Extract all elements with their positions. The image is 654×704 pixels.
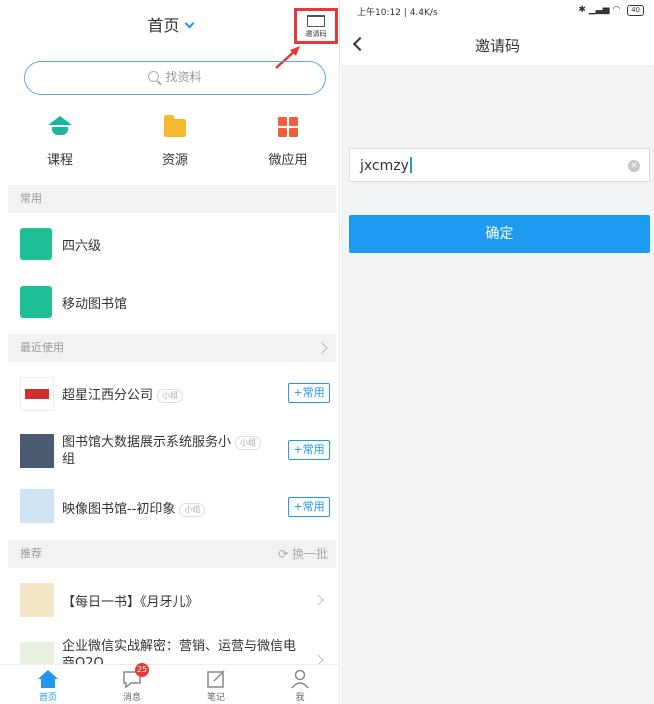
section-recent-title: 最近使用 [20, 341, 64, 354]
tab-messages[interactable]: 25 消息 [102, 663, 162, 703]
page-title: 邀请码 [474, 37, 520, 55]
section-recommend-title: 推荐 [20, 547, 42, 560]
text-cursor [409, 157, 412, 173]
home-header: 首页 邀请码 [0, 0, 339, 69]
folder-icon [163, 115, 187, 139]
recommend-item[interactable]: 【每日一书】《月牙儿》 [8, 572, 336, 628]
quick-apps[interactable]: 微应用 [248, 115, 328, 168]
group-tag: 小组 [235, 435, 262, 450]
invite-code-label: 邀请码 [305, 30, 327, 38]
recent-item[interactable]: 超星江西分公司 小组 +常用 [8, 365, 336, 421]
group-avatar [20, 434, 54, 468]
chevron-down-icon [184, 18, 194, 29]
book-cover [20, 583, 54, 617]
scan-icon [307, 15, 325, 27]
clear-icon[interactable]: ✕ [628, 160, 640, 172]
common-item-label: 移动图书馆 [62, 297, 128, 312]
confirm-button[interactable]: 确定 [349, 215, 650, 253]
invite-code-button[interactable]: 邀请码 [294, 8, 338, 44]
quick-course-label: 课程 [46, 153, 73, 168]
search-input[interactable]: 找资料 [24, 61, 326, 95]
status-icons: ✱ ▁▃▅ ◠ 40 [578, 5, 644, 16]
note-icon [205, 669, 227, 689]
refresh-button[interactable]: ⟳ 换一批 [278, 540, 328, 568]
chevron-right-icon [316, 342, 328, 354]
apps-grid-icon [276, 115, 300, 139]
recent-item-title: 映像图书馆--初印象 小组 [62, 498, 206, 517]
recent-item-title: 图书馆大数据展示系统服务小 小组组 [62, 434, 262, 468]
unread-badge: 25 [135, 663, 149, 677]
nav-bar: 邀请码 [341, 22, 654, 66]
cet-app-icon [20, 228, 52, 260]
quick-resource-label: 资源 [161, 153, 188, 168]
tab-notes-label: 笔记 [206, 693, 225, 703]
invite-code-input[interactable]: jxcmzy ✕ [349, 148, 650, 182]
tab-me[interactable]: 我 [270, 669, 330, 703]
common-item-cet[interactable]: 四六级 [8, 216, 336, 272]
invite-code-screen: 上午10:12 | 4.4K/s ✱ ▁▃▅ ◠ 40 邀请码 jxcmzy ✕… [341, 0, 654, 704]
recent-item-title: 超星江西分公司 小组 [62, 384, 184, 403]
tab-notes[interactable]: 笔记 [186, 669, 246, 703]
quick-apps-label: 微应用 [268, 153, 308, 168]
chevron-right-icon [312, 594, 324, 606]
refresh-icon: ⟳ [278, 547, 292, 561]
common-item-library[interactable]: 移动图书馆 [8, 274, 336, 330]
add-common-button[interactable]: +常用 [288, 383, 330, 403]
home-screen: 首页 邀请码 找资料 课程 资源 微应用 常用 四六级 移动图书馆 最近使用 超… [0, 0, 340, 704]
section-recent-header[interactable]: 最近使用 [8, 334, 336, 362]
graduation-cap-icon [48, 115, 72, 139]
section-common-title: 常用 [20, 192, 42, 205]
bottom-tab-bar: 首页 25 消息 笔记 我 [0, 663, 339, 704]
section-common-header: 常用 [8, 185, 336, 213]
add-common-button[interactable]: +常用 [288, 440, 330, 460]
recent-item[interactable]: 图书馆大数据展示系统服务小 小组组 +常用 [8, 422, 336, 478]
status-bar: 上午10:12 | 4.4K/s ✱ ▁▃▅ ◠ 40 [341, 0, 654, 22]
group-tag: 小组 [179, 502, 206, 517]
invite-code-value: jxcmzy [360, 158, 409, 174]
home-icon [37, 669, 59, 689]
group-avatar [20, 489, 54, 523]
tab-me-label: 我 [295, 693, 305, 703]
recommend-item-title: 【每日一书】《月牙儿》 [62, 595, 199, 610]
search-icon [148, 71, 160, 82]
library-app-icon [20, 286, 52, 318]
person-icon [289, 669, 311, 689]
message-icon: 25 [121, 663, 149, 689]
section-recommend-header: 推荐 ⟳ 换一批 [8, 540, 336, 568]
tab-messages-label: 消息 [122, 693, 141, 703]
group-avatar [20, 377, 54, 411]
common-item-label: 四六级 [62, 239, 102, 254]
add-common-button[interactable]: +常用 [288, 497, 330, 517]
tab-home-label: 首页 [38, 693, 57, 703]
tab-home[interactable]: 首页 [18, 669, 78, 703]
battery-icon: 40 [627, 5, 644, 16]
home-title-dropdown[interactable]: 首页 [0, 12, 339, 36]
search-placeholder: 找资料 [165, 70, 202, 84]
home-title: 首页 [147, 16, 180, 35]
status-time: 上午10:12 | 4.4K/s [357, 8, 438, 18]
quick-resource[interactable]: 资源 [135, 115, 215, 168]
quick-course[interactable]: 课程 [20, 115, 100, 168]
recent-item[interactable]: 映像图书馆--初印象 小组 +常用 [8, 479, 336, 535]
group-tag: 小组 [157, 388, 184, 403]
